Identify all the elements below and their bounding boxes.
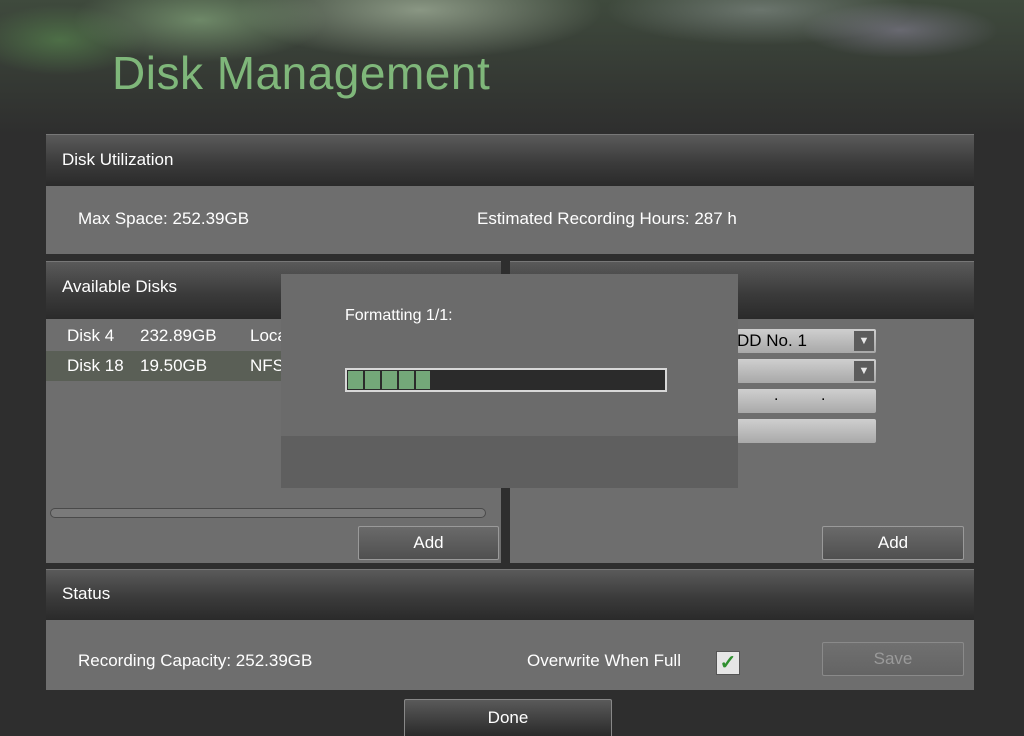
disk-size: 232.89GB (140, 326, 217, 345)
ip-address-field[interactable]: . . (737, 387, 876, 413)
save-button[interactable]: Save (822, 642, 964, 676)
page-title: Disk Management (112, 47, 491, 99)
check-icon: ✓ (719, 652, 737, 674)
add-network-disk-button[interactable]: Add (822, 526, 964, 560)
done-button[interactable]: Done (404, 699, 612, 736)
nas-number-value: DD No. 1 (737, 331, 807, 350)
ip-dot-icon: . (821, 387, 826, 404)
status-header: Status (46, 569, 974, 620)
horizontal-scrollbar[interactable] (50, 508, 486, 518)
formatting-dialog: Formatting 1/1: (281, 274, 738, 488)
chevron-down-icon: ▼ (854, 331, 874, 351)
nas-number-select[interactable]: DD No. 1 ▼ (737, 329, 876, 353)
dialog-footer (281, 436, 738, 488)
overwrite-checkbox[interactable]: ✓ (716, 651, 740, 675)
disk-size: 19.50GB (140, 356, 208, 375)
overwrite-label: Overwrite When Full (527, 651, 681, 670)
ip-dot-icon: . (774, 387, 779, 404)
format-progress-fill (348, 371, 430, 389)
disk-utilization-title: Disk Utilization (62, 150, 174, 169)
disk-utilization-header: Disk Utilization (46, 134, 974, 186)
disk-type: NFS (250, 356, 284, 375)
available-disks-title: Available Disks (62, 277, 177, 296)
estimated-hours-label: Estimated Recording Hours: 287 h (477, 209, 737, 228)
recording-capacity-label: Recording Capacity: 252.39GB (78, 651, 313, 670)
disk-name: Disk 4 (67, 326, 115, 345)
type-select[interactable]: ▼ (737, 359, 876, 383)
status-title: Status (62, 584, 111, 603)
chevron-down-icon: ▼ (854, 361, 874, 381)
max-space-label: Max Space: 252.39GB (78, 209, 250, 228)
format-progress-bar (345, 368, 667, 392)
add-disk-button[interactable]: Add (358, 526, 499, 560)
disk-utilization-panel: Disk Utilization Max Space: 252.39GB Est… (46, 134, 974, 254)
path-field[interactable] (737, 419, 876, 443)
formatting-label: Formatting 1/1: (345, 307, 453, 324)
disk-name: Disk 18 (67, 356, 124, 375)
